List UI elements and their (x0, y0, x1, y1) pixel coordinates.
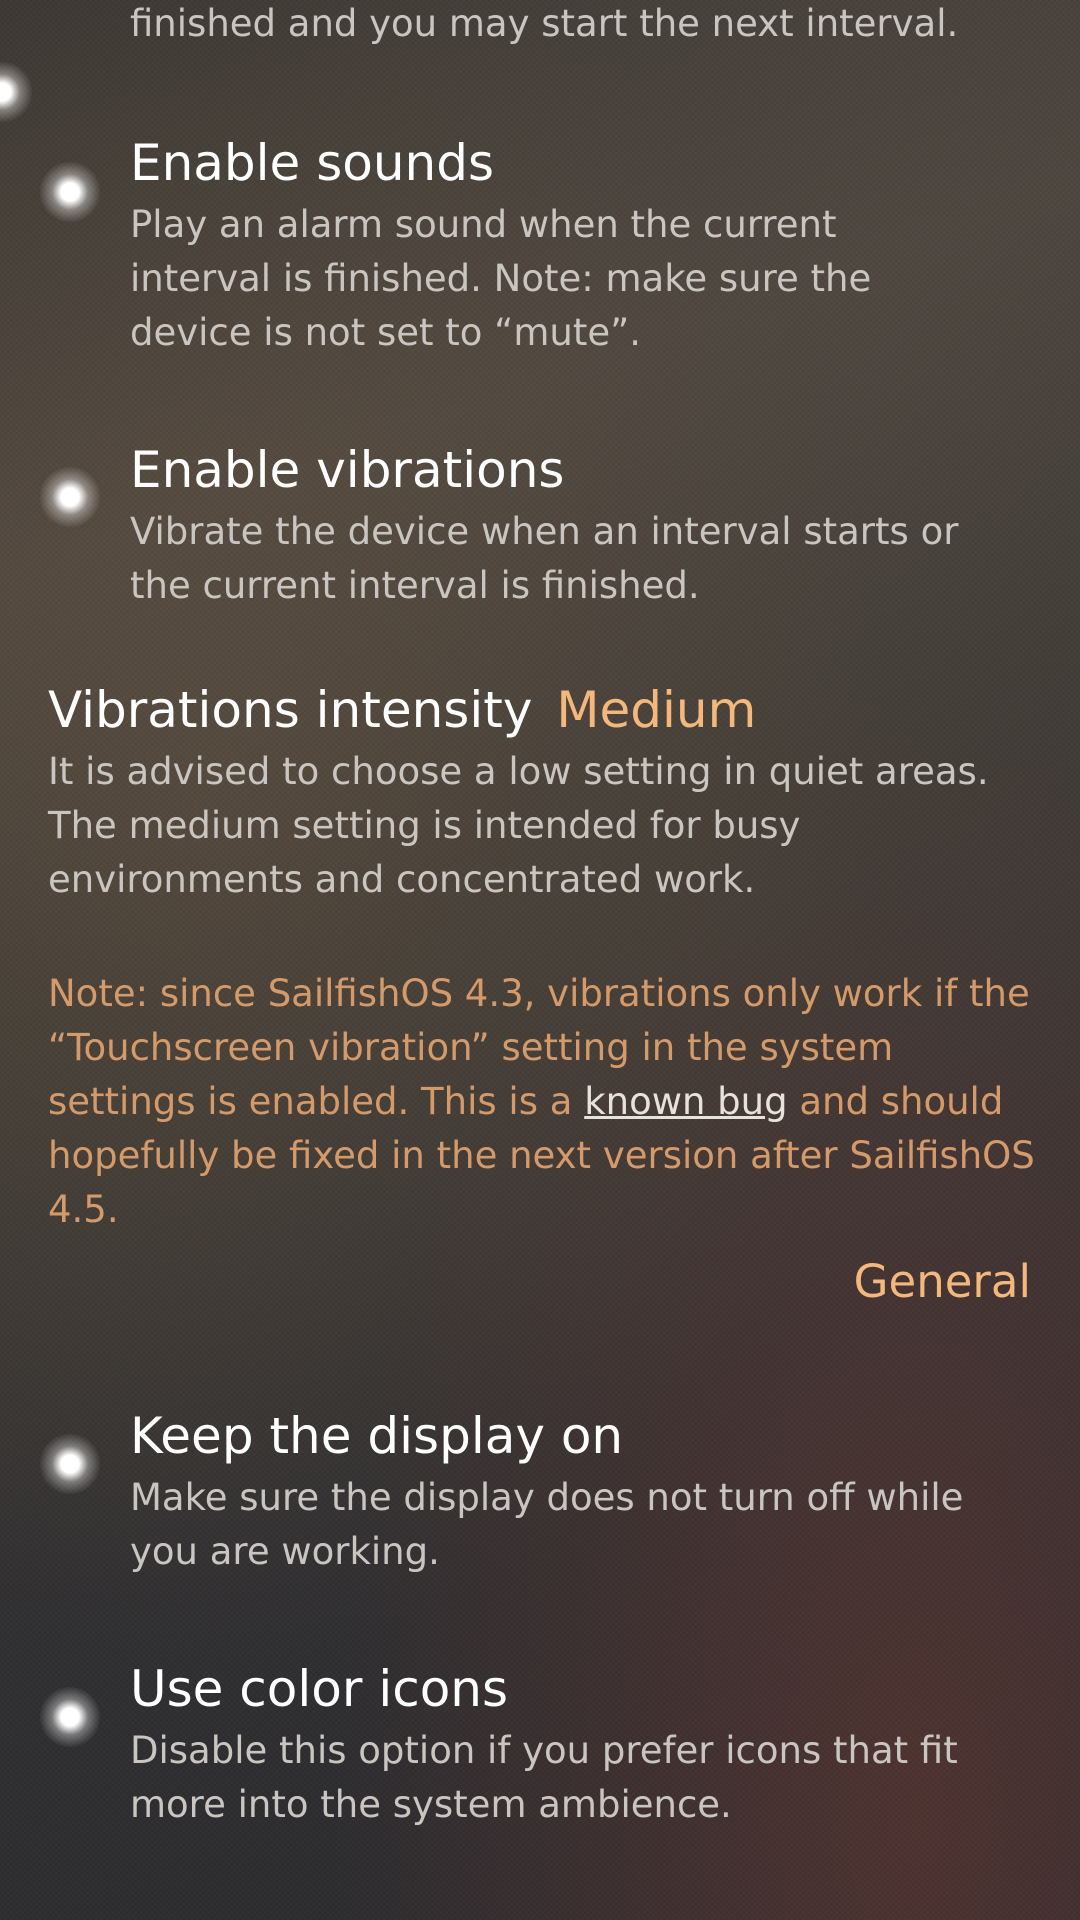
setting-enable-vibrations[interactable]: Enable vibrations Vibrate the device whe… (0, 430, 1080, 620)
intensity-value: Medium (556, 681, 757, 739)
display-title: Keep the display on (130, 1407, 624, 1465)
setting-use-color-icons[interactable]: Use color icons Disable this option if y… (0, 1655, 1080, 1855)
vibrations-title: Enable vibrations (130, 441, 565, 499)
vibrations-description: Vibrate the device when an interval star… (130, 510, 959, 607)
setting-keep-display-on[interactable]: Keep the display on Make sure the displa… (0, 1400, 1080, 1600)
setting-enable-sounds[interactable]: Enable sounds Play an alarm sound when t… (0, 120, 1080, 360)
sounds-switch-icon[interactable] (40, 162, 100, 222)
known-bug-link[interactable]: known bug (584, 1080, 787, 1123)
display-description: Make sure the display does not turn off … (130, 1476, 964, 1573)
color-icons-switch-icon[interactable] (40, 1687, 100, 1747)
sounds-description: Play an alarm sound when the current int… (130, 203, 872, 354)
display-switch-icon[interactable] (40, 1434, 100, 1494)
section-header-general: General (853, 1255, 1031, 1308)
intensity-description: It is advised to choose a low setting in… (48, 750, 989, 901)
vibrations-intensity-combo[interactable]: Vibrations intensity Medium It is advise… (0, 672, 1080, 912)
intensity-label: Vibrations intensity (48, 681, 533, 739)
previous-setting-description: finished and you may start the next inte… (130, 2, 959, 45)
color-icons-title: Use color icons (130, 1660, 509, 1718)
switch-indicator-icon[interactable] (0, 62, 32, 122)
vibration-bug-note: Note: since SailfishOS 4.3, vibrations o… (48, 967, 1038, 1237)
vibrations-switch-icon[interactable] (40, 467, 100, 527)
color-icons-description: Disable this option if you prefer icons … (130, 1729, 958, 1826)
sounds-title: Enable sounds (130, 134, 495, 192)
